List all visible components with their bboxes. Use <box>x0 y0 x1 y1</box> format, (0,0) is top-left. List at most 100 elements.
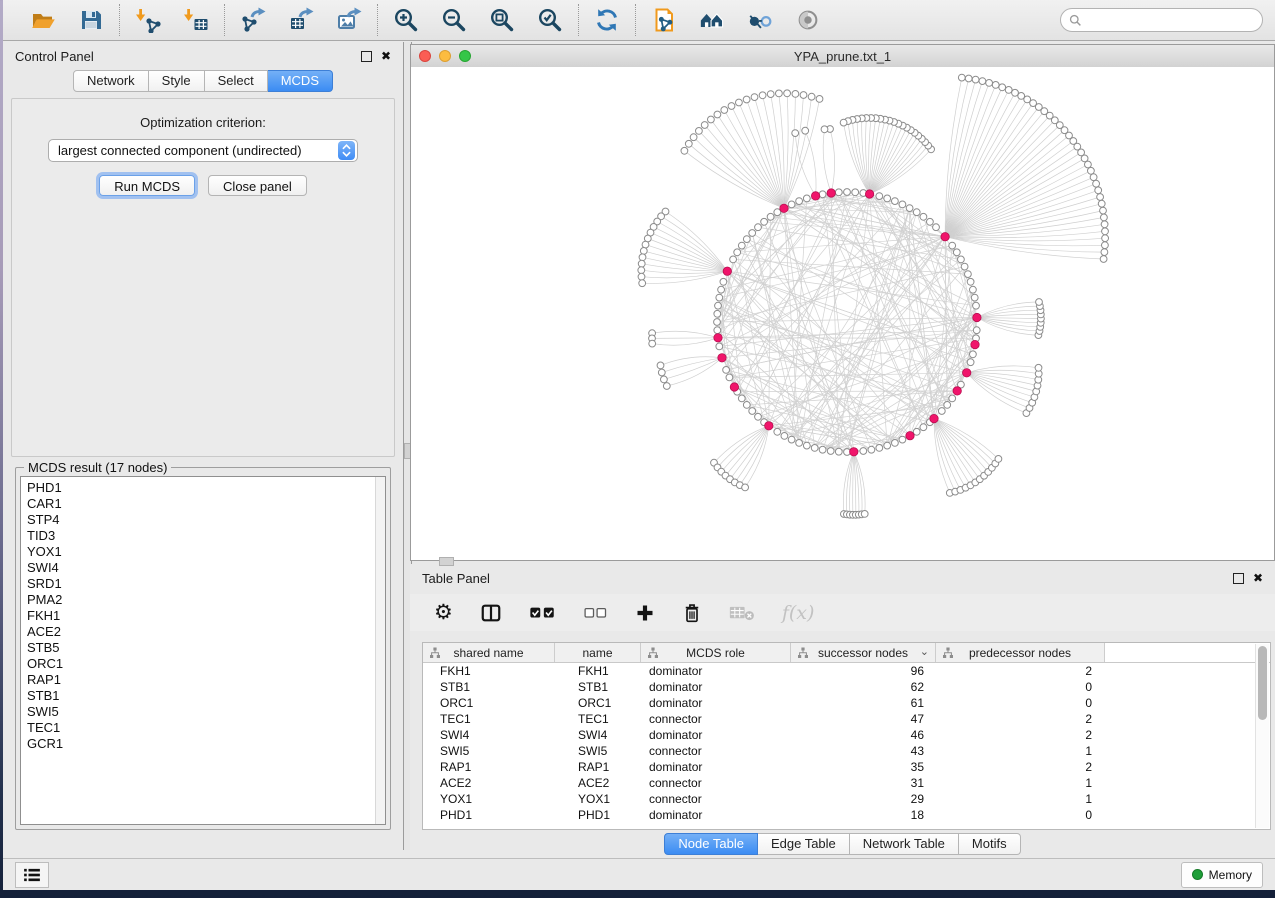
column-header-successor-nodes[interactable]: successor nodes⌄ <box>791 643 936 662</box>
mcds-result-item[interactable]: SRD1 <box>21 576 385 592</box>
mcds-node[interactable] <box>963 369 971 377</box>
mcds-node[interactable] <box>850 448 858 456</box>
delete-column-button[interactable] <box>682 602 702 624</box>
mcds-node[interactable] <box>953 387 961 395</box>
table-row[interactable]: SWI5SWI5connector431 <box>423 743 1270 759</box>
mcds-result-item[interactable]: PMA2 <box>21 592 385 608</box>
tab-network[interactable]: Network <box>73 70 149 92</box>
settings-button[interactable]: ⚙ <box>434 602 453 623</box>
show-graphics-details-button[interactable] <box>794 6 822 34</box>
mcds-node[interactable] <box>827 189 835 197</box>
mcds-node[interactable] <box>973 313 981 321</box>
tab-node-table[interactable]: Node Table <box>664 833 758 855</box>
table-row[interactable]: YOX1YOX1connector291 <box>423 791 1270 807</box>
mcds-node[interactable] <box>811 192 819 200</box>
zoom-in-button[interactable] <box>392 6 420 34</box>
mcds-result-item[interactable]: YOX1 <box>21 544 385 560</box>
mcds-node[interactable] <box>941 233 949 241</box>
table-row[interactable]: PHD1PHD1dominator180 <box>423 807 1270 823</box>
table-row[interactable]: RAP1RAP1dominator352 <box>423 759 1270 775</box>
tab-select[interactable]: Select <box>205 70 268 92</box>
clear-checkboxes-button[interactable] <box>583 605 608 621</box>
hide-graphics-details-button[interactable] <box>746 6 774 34</box>
zoom-fit-button[interactable] <box>488 6 516 34</box>
mcds-result-item[interactable]: CAR1 <box>21 496 385 512</box>
table-scrollbar-thumb[interactable] <box>1258 646 1267 720</box>
mcds-result-item[interactable]: PHD1 <box>21 480 385 496</box>
mcds-result-item[interactable]: STP4 <box>21 512 385 528</box>
nested-networks-button[interactable] <box>698 6 726 34</box>
search-input[interactable] <box>1087 12 1254 28</box>
network-titlebar[interactable]: YPA_prune.txt_1 <box>411 45 1274 68</box>
task-history-button[interactable] <box>15 862 49 888</box>
table-row[interactable]: TEC1TEC1connector472 <box>423 711 1270 727</box>
float-panel-icon[interactable] <box>361 51 372 62</box>
mcds-result-item[interactable]: SWI4 <box>21 560 385 576</box>
tab-network-table[interactable]: Network Table <box>850 833 959 855</box>
mcds-node[interactable] <box>714 334 722 342</box>
table-row[interactable]: STB1STB1dominator620 <box>423 679 1270 695</box>
export-network-button[interactable] <box>239 6 267 34</box>
mcds-result-item[interactable]: TEC1 <box>21 720 385 736</box>
mcds-node[interactable] <box>730 383 738 391</box>
search-box[interactable] <box>1060 8 1263 32</box>
mcds-node[interactable] <box>971 340 979 348</box>
tab-style[interactable]: Style <box>149 70 205 92</box>
open-file-button[interactable] <box>29 6 57 34</box>
mcds-node[interactable] <box>930 414 938 422</box>
float-table-panel-icon[interactable] <box>1233 573 1244 584</box>
mcds-result-item[interactable]: STB1 <box>21 688 385 704</box>
mcds-node[interactable] <box>906 432 914 440</box>
memory-button[interactable]: Memory <box>1181 862 1263 888</box>
close-table-panel-icon[interactable]: ✖ <box>1253 572 1263 584</box>
result-list-scrollbar[interactable] <box>375 477 385 824</box>
run-mcds-button[interactable]: Run MCDS <box>99 175 195 196</box>
import-table-button[interactable] <box>182 6 210 34</box>
mcds-result-item[interactable]: ACE2 <box>21 624 385 640</box>
network-graph[interactable] <box>411 67 1275 561</box>
minimize-window-icon[interactable] <box>439 50 451 62</box>
select-all-checkboxes-button[interactable] <box>529 604 556 622</box>
mcds-node[interactable] <box>765 422 773 430</box>
table-scrollbar[interactable] <box>1255 644 1269 828</box>
save-session-button[interactable] <box>77 6 105 34</box>
network-canvas[interactable] <box>411 67 1274 560</box>
refresh-layout-button[interactable] <box>593 6 621 34</box>
mcds-result-item[interactable]: GCR1 <box>21 736 385 752</box>
tab-mcds[interactable]: MCDS <box>268 70 333 92</box>
maximize-window-icon[interactable] <box>459 50 471 62</box>
table-row[interactable]: ACE2ACE2connector311 <box>423 775 1270 791</box>
mcds-result-item[interactable]: ORC1 <box>21 656 385 672</box>
table-row[interactable]: SWI4SWI4dominator462 <box>423 727 1270 743</box>
toggle-panel-split-button[interactable] <box>480 602 502 624</box>
add-column-button[interactable] <box>635 603 655 623</box>
close-panel-icon[interactable]: ✖ <box>381 50 391 62</box>
network-file-button[interactable] <box>650 6 678 34</box>
export-table-button[interactable] <box>287 6 315 34</box>
zoom-out-button[interactable] <box>440 6 468 34</box>
tab-edge-table[interactable]: Edge Table <box>758 833 850 855</box>
close-panel-button[interactable]: Close panel <box>208 175 307 196</box>
column-header-shared-name[interactable]: shared name <box>423 643 555 662</box>
horizontal-splitter-handle[interactable] <box>439 557 454 566</box>
table-row[interactable]: ORC1ORC1dominator610 <box>423 695 1270 711</box>
zoom-selected-button[interactable] <box>536 6 564 34</box>
mcds-result-item[interactable]: STB5 <box>21 640 385 656</box>
column-header-predecessor-nodes[interactable]: predecessor nodes <box>936 643 1105 662</box>
mcds-node[interactable] <box>723 267 731 275</box>
column-header-name[interactable]: name <box>555 643 641 662</box>
mcds-node[interactable] <box>718 354 726 362</box>
mcds-node[interactable] <box>865 190 873 198</box>
mcds-result-item[interactable]: RAP1 <box>21 672 385 688</box>
mcds-node[interactable] <box>780 204 788 212</box>
mcds-result-item[interactable]: SWI5 <box>21 704 385 720</box>
tab-motifs[interactable]: Motifs <box>959 833 1021 855</box>
import-network-button[interactable] <box>134 6 162 34</box>
optimization-criterion-dropdown[interactable]: largest connected component (undirected) <box>48 139 358 162</box>
column-header-MCDS-role[interactable]: MCDS role <box>641 643 791 662</box>
mcds-result-item[interactable]: TID3 <box>21 528 385 544</box>
export-image-button[interactable] <box>335 6 363 34</box>
mcds-result-item[interactable]: FKH1 <box>21 608 385 624</box>
table-row[interactable]: FKH1FKH1dominator962 <box>423 663 1270 679</box>
close-window-icon[interactable] <box>419 50 431 62</box>
